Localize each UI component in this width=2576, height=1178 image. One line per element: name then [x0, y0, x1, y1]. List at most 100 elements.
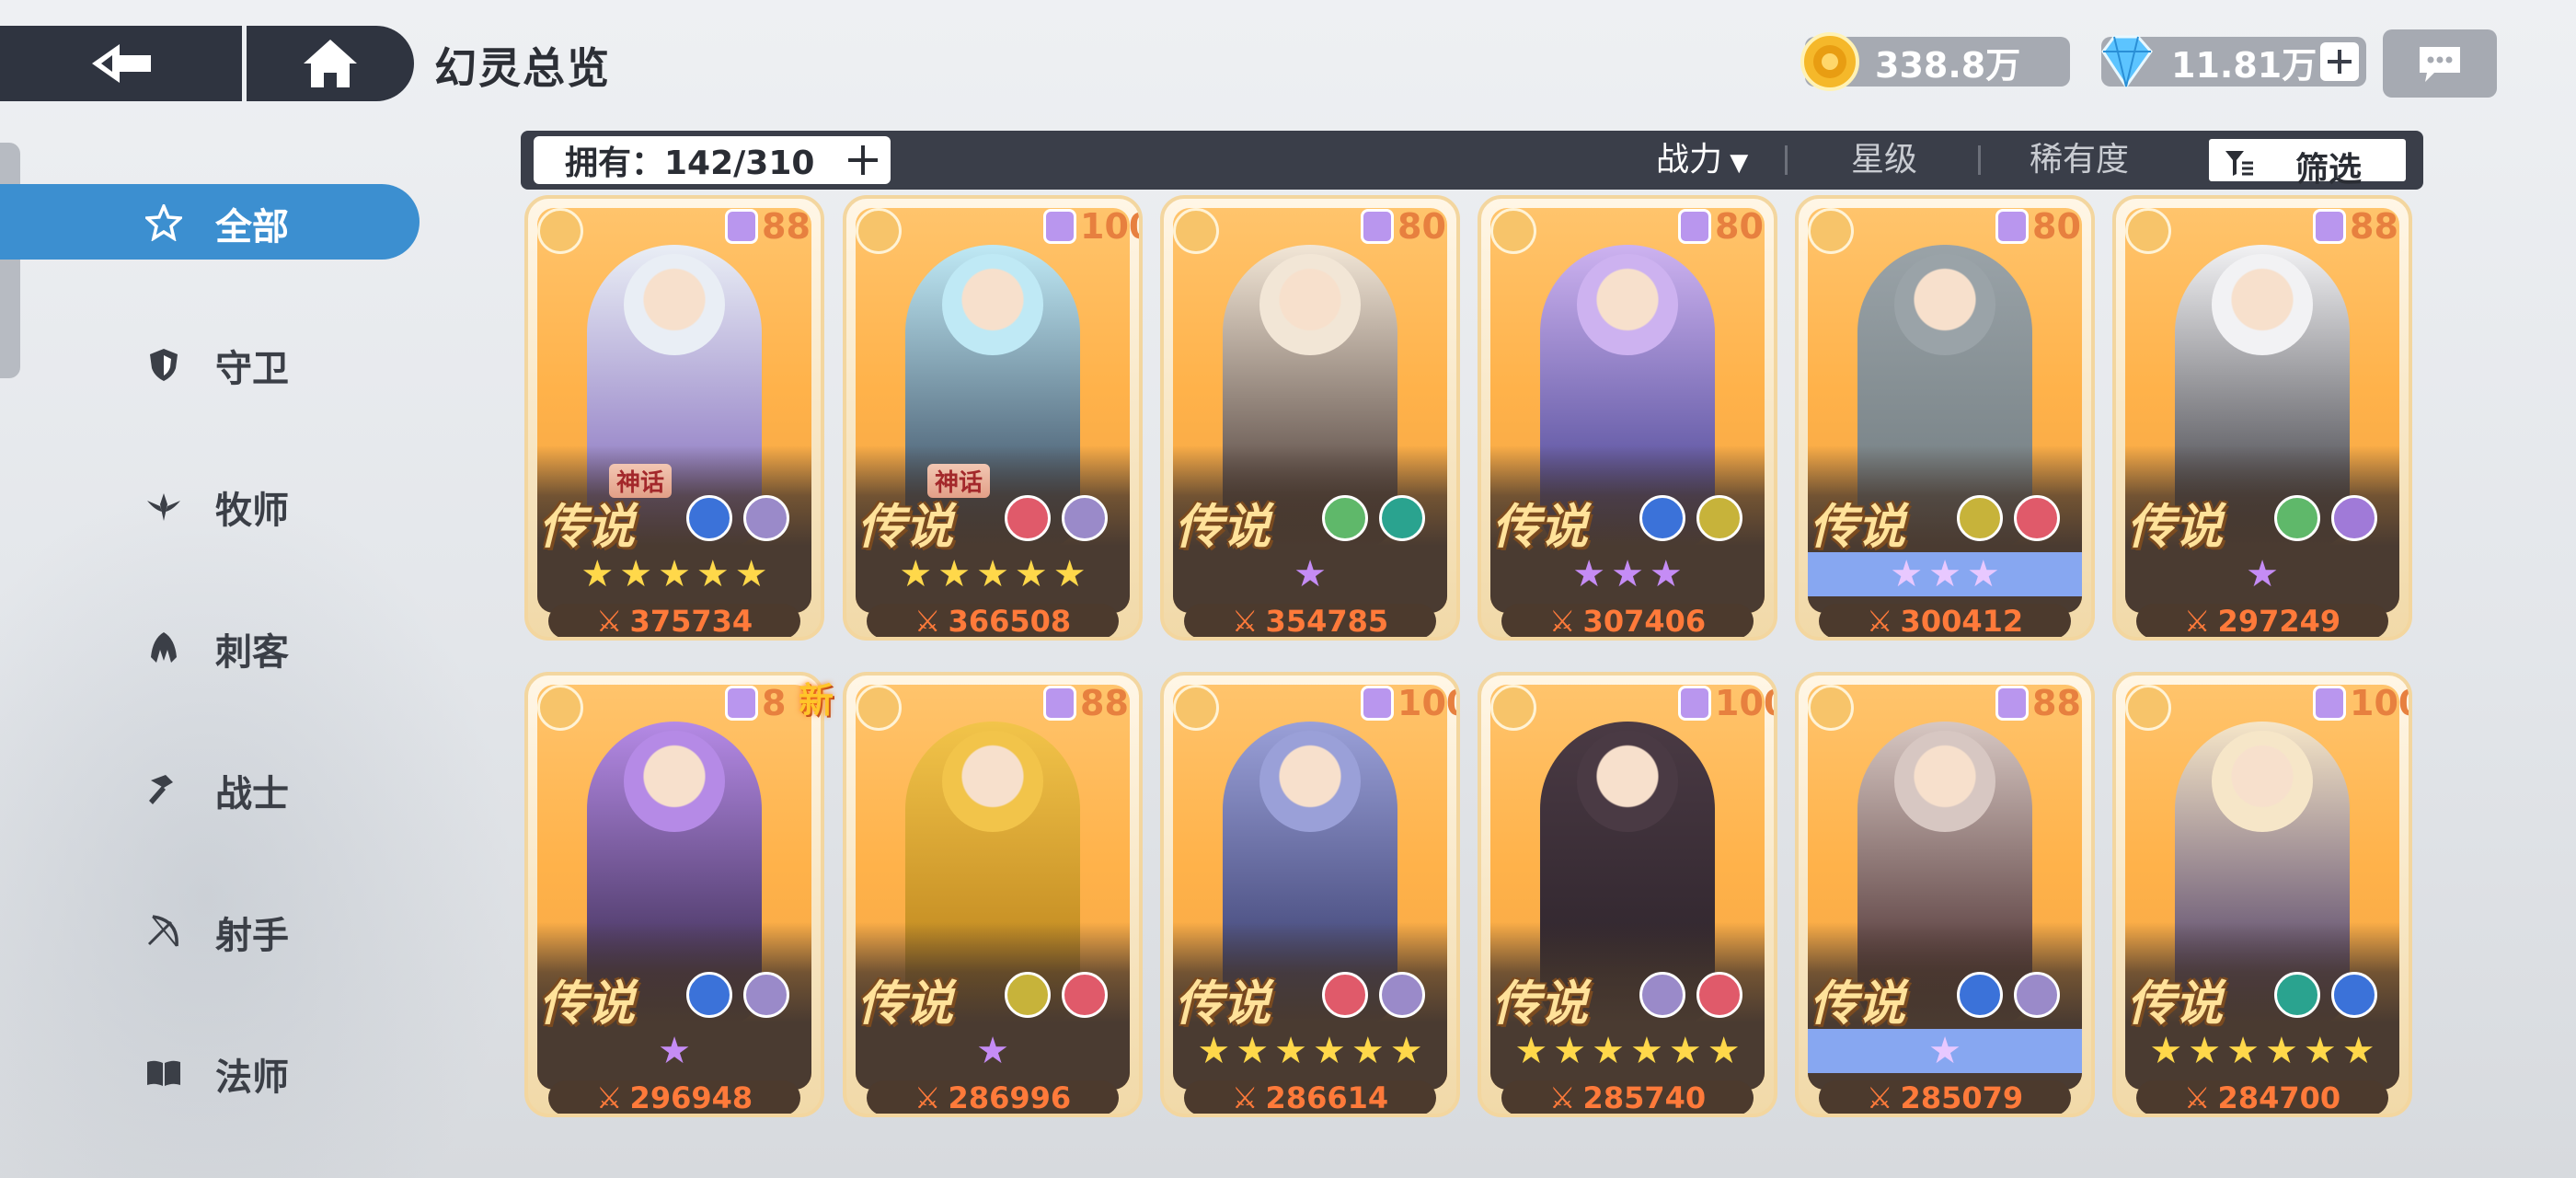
hero-level: 88 [725, 206, 811, 247]
class-icon [856, 685, 902, 731]
priest-icon [147, 493, 180, 521]
power-value: 284700 [2217, 1080, 2341, 1115]
hero-card[interactable]: 88 神话 传说 ★ ★ ★ ★ ★ ⚔ 375734 [524, 195, 824, 641]
hero-card[interactable]: 100传说★★★★★★⚔286614 [1160, 672, 1460, 1117]
sidebar-item-warrior[interactable]: 战士 [0, 751, 420, 826]
hero-level: 8 [725, 683, 786, 723]
book-icon [147, 1060, 180, 1086]
gold-counter[interactable]: 338.8万 [1800, 32, 2070, 91]
power-display: ⚔ 375734 [548, 604, 800, 637]
home-button[interactable] [247, 26, 414, 101]
sidebar-item-mage[interactable]: 法师 [0, 1034, 420, 1110]
filter-button[interactable]: 筛选 [2206, 136, 2409, 189]
hero-level: 100 [2313, 683, 2409, 723]
hero-card[interactable]: 8 传说 ★ ⚔ 296948 [524, 672, 824, 1117]
rarity-label: 传说 [2127, 976, 2224, 1032]
sidebar-item-all[interactable]: 全部 [0, 184, 420, 260]
star-icon: ★ [976, 1030, 1009, 1072]
power-display: ⚔ 297249 [2136, 604, 2388, 637]
power-display: ⚔ 286614 [1184, 1080, 1436, 1114]
hero-card[interactable]: 88 传说 ★ ⚔ 285079 [1795, 672, 2095, 1117]
level-badge-icon [1043, 686, 1076, 721]
star-burst-element-icon [1957, 972, 2003, 1018]
chat-button[interactable] [2383, 29, 2497, 98]
level-value: 100 [2350, 683, 2409, 723]
back-button[interactable] [0, 26, 247, 101]
sword-icon: ⚔ [2183, 1080, 2211, 1115]
star-icon: ★ [1197, 1030, 1231, 1072]
power-display: ⚔ 300412 [1819, 604, 2071, 639]
level-badge-icon [2313, 686, 2346, 721]
hero-card[interactable]: 88 传说 ★ ⚔ 286996 [843, 672, 1143, 1117]
star-icon: ★ [1592, 1030, 1625, 1072]
sort-power-button[interactable]: 战力 ▼ [1656, 131, 1748, 190]
sort-star-button[interactable]: 星级 [1851, 131, 1917, 190]
level-badge-icon [2313, 209, 2346, 244]
star-icon: ★ [1014, 553, 1048, 595]
gem-counter[interactable]: 11.81万 [2101, 35, 2366, 89]
sort-rarity-label: 稀有度 [2030, 141, 2130, 179]
star-icon: ★ [1928, 1030, 1961, 1072]
hero-card[interactable]: 80 传说 ★ ★ ★ ⚔ 300412 [1795, 195, 2095, 641]
level-badge-icon [1678, 686, 1711, 721]
wings-element-icon [1696, 495, 1742, 541]
power-value: 296948 [629, 1080, 753, 1115]
class-icon [1490, 208, 1536, 254]
sidebar-item-assassin[interactable]: 刺客 [0, 609, 420, 685]
star-icon: ★ [2341, 1030, 2375, 1072]
hero-head [624, 254, 725, 355]
level-badge-icon [725, 209, 758, 244]
star-icon: ★ [976, 553, 1009, 595]
class-icon [1173, 685, 1219, 731]
hero-card[interactable]: 100神话传说★★★★★⚔366508 [843, 195, 1143, 641]
owned-count-button[interactable]: 拥有：142/310 [534, 136, 891, 184]
sidebar-item-priest[interactable]: 牧师 [0, 468, 420, 543]
hero-card[interactable]: 100传说★★★★★★⚔285740 [1478, 672, 1777, 1117]
eye-element-icon [1639, 972, 1685, 1018]
spiral-element-icon [2014, 495, 2060, 541]
hero-card[interactable]: 80 传说 ★ ⚔ 354785 [1160, 195, 1460, 641]
hero-level: 100 [1678, 683, 1774, 723]
assassin-icon [151, 632, 177, 663]
spiral-element-icon [1696, 972, 1742, 1018]
add-gems-button[interactable] [2320, 42, 2359, 81]
power-display: ⚔ 286996 [867, 1080, 1119, 1115]
level-badge-icon [1361, 686, 1394, 721]
hero-card[interactable]: 100传说★★★★★★⚔284700 [2112, 672, 2412, 1117]
star-icon: ★ [2188, 1030, 2222, 1072]
rarity-label: 传说 [539, 976, 636, 1032]
star-icon: ★ [2149, 1030, 2183, 1072]
star-burst-element-icon [2331, 972, 2377, 1018]
power-value: 354785 [1265, 604, 1389, 639]
level-value: 88 [762, 206, 811, 247]
rarity-label: 传说 [1492, 500, 1589, 555]
warrior-icon [149, 775, 173, 804]
sword-icon: ⚔ [1548, 1080, 1576, 1115]
hero-card[interactable]: 80 传说 ★ ★ ★ ⚔ 307406 [1478, 195, 1777, 641]
star-rating: ★ ★ ★ ★ ★ ★ [1173, 1029, 1447, 1073]
level-badge-icon [725, 686, 758, 721]
sort-rarity-button[interactable]: 稀有度 [2030, 131, 2129, 190]
star-rating: ★ [537, 1029, 811, 1073]
star-icon: ★ [658, 553, 691, 595]
power-value: 285079 [1900, 1080, 2024, 1115]
star-icon: ★ [581, 553, 615, 595]
page-title: 幻灵总览 [434, 43, 611, 93]
class-icon [1808, 685, 1854, 731]
sword-icon: ⚔ [914, 1080, 941, 1115]
caret-down-icon: ▼ [1722, 149, 1749, 177]
sidebar-item-guard[interactable]: 守卫 [0, 326, 420, 401]
infinity-element-icon [2274, 972, 2320, 1018]
star-icon: ★ [1274, 1030, 1307, 1072]
star-rating: ★ ★ ★ ★ ★ [856, 552, 1130, 596]
power-display: ⚔ 285079 [1819, 1080, 2071, 1115]
hero-card[interactable]: 88 传说 ★ ⚔ 297249 [2112, 195, 2412, 641]
star-icon: ★ [2303, 1030, 2337, 1072]
hero-head [624, 731, 725, 832]
power-value: 300412 [1900, 604, 2024, 639]
diamond-icon [2101, 35, 2153, 89]
hero-head [1577, 254, 1678, 355]
power-value: 366508 [948, 604, 1072, 639]
infinity-element-icon [1379, 495, 1425, 541]
sidebar-item-archer[interactable]: 射手 [0, 893, 420, 968]
